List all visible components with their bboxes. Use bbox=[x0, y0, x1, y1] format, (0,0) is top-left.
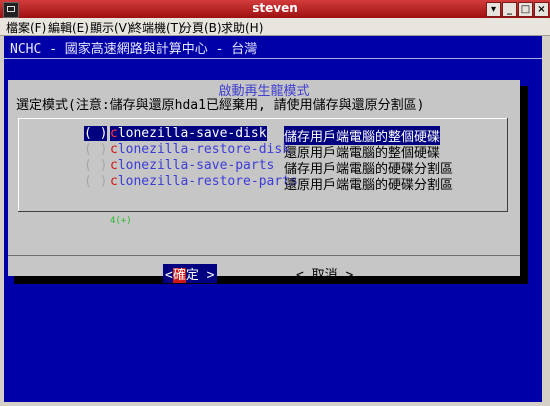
menu-file[interactable]: 檔案(F) bbox=[6, 19, 46, 36]
terminal-window: steven ▾ _ □ × 檔案(F) 編輯(E) 顯示(V) 終端機(T) … bbox=[0, 0, 550, 406]
list-border bbox=[18, 211, 508, 212]
menu-tabs[interactable]: 分頁(B) bbox=[180, 19, 222, 36]
dialog-divider bbox=[8, 255, 520, 256]
list-border bbox=[18, 118, 508, 119]
close-icon[interactable]: × bbox=[534, 2, 549, 17]
radio-button[interactable]: ( ) bbox=[84, 126, 108, 141]
ok-button[interactable]: <確定 > bbox=[163, 264, 217, 283]
dialog-shadow bbox=[14, 276, 528, 284]
option-hotkey: c bbox=[110, 158, 118, 173]
option-tag-text: lonezilla-restore-parts bbox=[117, 174, 298, 189]
option-tag: clonezilla-save-parts bbox=[110, 158, 274, 173]
option-description: 還原用戶端電腦的硬碟分割區 bbox=[284, 178, 454, 193]
menu-help[interactable]: 求助(H) bbox=[221, 19, 263, 36]
menu-view[interactable]: 顯示(V) bbox=[90, 19, 132, 36]
minimize-icon[interactable]: _ bbox=[502, 2, 517, 17]
window-menu-icon[interactable]: ▾ bbox=[486, 2, 501, 17]
dialog-prompt: 選定模式(注意:儲存與還原hda1已經棄用, 請使用儲存與還原分割區) bbox=[16, 98, 425, 113]
radio-button[interactable]: ( ) bbox=[84, 158, 107, 173]
menu-edit[interactable]: 編輯(E) bbox=[48, 19, 89, 36]
menu-bar: 檔案(F) 編輯(E) 顯示(V) 終端機(T) 分頁(B) 求助(H) bbox=[0, 18, 550, 36]
title-bar[interactable]: steven ▾ _ □ × bbox=[0, 0, 550, 18]
option-tag: clonezilla-restore-disk bbox=[110, 142, 290, 157]
mode-list[interactable]: ( ) clonezilla-save-disk 儲存用戶端電腦的整個硬碟 ( … bbox=[18, 118, 508, 228]
option-tag: clonezilla-restore-parts bbox=[110, 174, 298, 189]
option-tag-text: lonezilla-restore-disk bbox=[117, 142, 291, 157]
list-item-restore-parts[interactable]: ( ) clonezilla-restore-parts 還原用戶端電腦的硬碟分… bbox=[18, 174, 508, 193]
option-tag: clonezilla-save-disk bbox=[110, 126, 267, 141]
mode-dialog: 啟動再生龍模式 選定模式(注意:儲存與還原hda1已經棄用, 請使用儲存與還原分… bbox=[8, 80, 520, 283]
window-title: steven bbox=[252, 1, 298, 15]
ok-bracket: < bbox=[165, 268, 173, 283]
list-item-save-disk[interactable]: ( ) clonezilla-save-disk 儲存用戶端電腦的整個硬碟 bbox=[18, 126, 508, 145]
scroll-indicator: 4(+) bbox=[110, 216, 132, 226]
maximize-icon[interactable]: □ bbox=[518, 2, 533, 17]
option-hotkey: c bbox=[110, 126, 118, 141]
option-tag-text: lonezilla-save-disk bbox=[117, 126, 267, 141]
option-hotkey: c bbox=[110, 174, 118, 189]
list-item-restore-disk[interactable]: ( ) clonezilla-restore-disk 還原用戶端電腦的整個硬碟 bbox=[18, 142, 508, 161]
dialog-shadow bbox=[520, 86, 528, 282]
cancel-button[interactable]: < 取消 > bbox=[296, 264, 353, 283]
terminal-header: NCHC - 國家高速網路與計算中心 - 台灣 bbox=[10, 42, 258, 57]
option-tag-text: lonezilla-save-parts bbox=[117, 158, 275, 173]
list-item-save-parts[interactable]: ( ) clonezilla-save-parts 儲存用戶端電腦的硬碟分割區 bbox=[18, 158, 508, 177]
ok-hotkey: 確 bbox=[172, 268, 186, 283]
radio-button[interactable]: ( ) bbox=[84, 142, 107, 157]
ok-label: 定 > bbox=[185, 268, 215, 283]
option-hotkey: c bbox=[110, 142, 118, 157]
menu-terminal[interactable]: 終端機(T) bbox=[130, 19, 183, 36]
terminal-divider bbox=[4, 58, 542, 59]
radio-button[interactable]: ( ) bbox=[84, 174, 107, 189]
